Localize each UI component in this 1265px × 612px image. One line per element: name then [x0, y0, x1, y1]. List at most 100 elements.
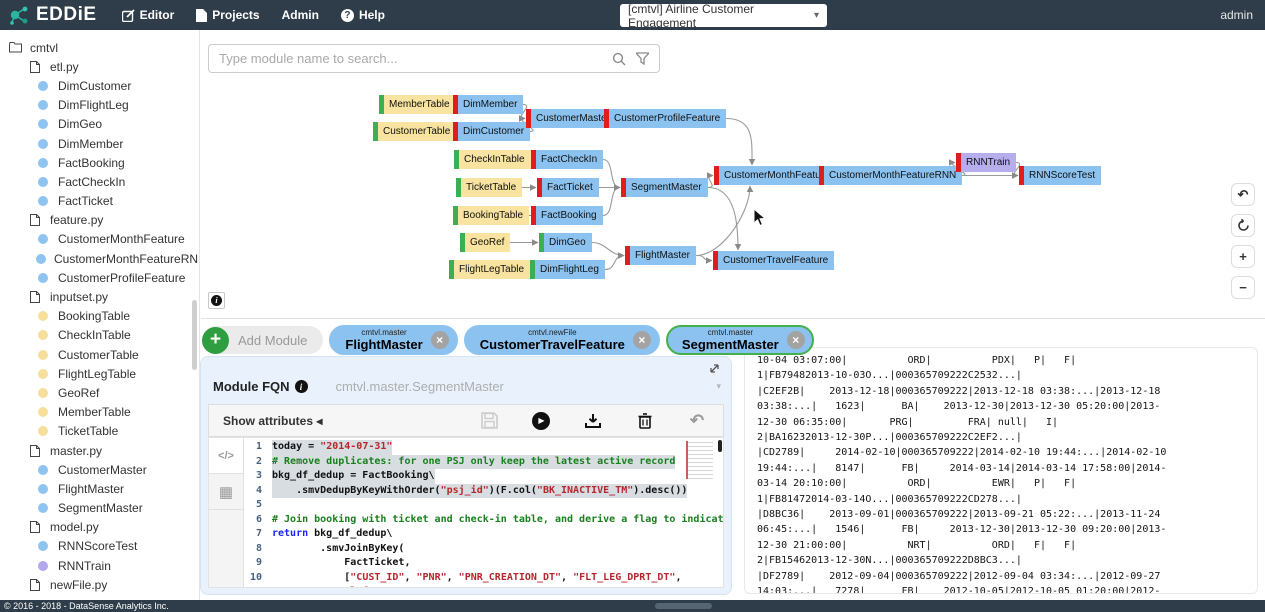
graph-node-CustomerProfileFeature[interactable]: CustomerProfileFeature — [604, 109, 726, 128]
undo-button[interactable]: ↶ — [671, 411, 723, 431]
close-icon[interactable]: × — [633, 331, 651, 349]
sidebar-item-CustomerMonthFeature[interactable]: CustomerMonthFeature — [0, 230, 199, 249]
graph-node-MemberTable[interactable]: MemberTable — [379, 95, 456, 114]
node-status-bar — [819, 166, 824, 185]
graph-node-DimCustomer[interactable]: DimCustomer — [453, 122, 530, 141]
module-status-icon — [36, 350, 50, 360]
module-tab-FlightMaster[interactable]: cmtvl.masterFlightMaster× — [329, 325, 457, 355]
sidebar-item-CustomerMaster[interactable]: CustomerMaster — [0, 460, 199, 479]
sidebar-item-CustomerTable[interactable]: CustomerTable — [0, 345, 199, 364]
graph-node-CustomerTravelFeature[interactable]: CustomerTravelFeature — [713, 251, 834, 270]
nav-editor[interactable]: Editor — [111, 0, 186, 30]
fqn-caret-icon[interactable]: ▾ — [716, 381, 721, 392]
module-tab-SegmentMaster[interactable]: cmtvl.masterSegmentMaster× — [666, 325, 814, 355]
code-area[interactable]: 1today = "2014-07-31"2# Remove duplicate… — [244, 438, 723, 587]
graph-undo-button[interactable]: ↶ — [1231, 183, 1255, 206]
add-module-button[interactable]: + Add Module — [202, 326, 323, 354]
code-view-button[interactable]: </> — [209, 438, 243, 474]
graph-node-FactBooking[interactable]: FactBooking — [531, 206, 603, 225]
search-icon[interactable] — [612, 52, 626, 66]
sidebar-item-FactTicket[interactable]: FactTicket — [0, 192, 199, 211]
project-select[interactable]: [cmtvl] Airline Customer Engagement ▾ — [620, 4, 827, 27]
graph-node-DimGeo[interactable]: DimGeo — [539, 233, 592, 252]
graph-node-CheckInTable[interactable]: CheckInTable — [454, 150, 531, 169]
sidebar-item-RNNScoreTest[interactable]: RNNScoreTest — [0, 537, 199, 556]
search-input[interactable] — [209, 51, 612, 66]
sidebar-item-FactCheckIn[interactable]: FactCheckIn — [0, 172, 199, 191]
graph-node-FactTicket[interactable]: FactTicket — [537, 178, 599, 197]
graph-node-RNNTrain[interactable]: RNNTrain — [956, 153, 1016, 172]
nav-help[interactable]: ? Help — [330, 0, 396, 30]
graph-node-CustomerTable[interactable]: CustomerTable — [373, 122, 456, 141]
sidebar-item-DimFlightLeg[interactable]: DimFlightLeg — [0, 96, 199, 115]
module-tab-CustomerTravelFeature[interactable]: cmtvl.newFileCustomerTravelFeature× — [464, 325, 660, 355]
sidebar-item-cmtvl[interactable]: cmtvl — [0, 38, 199, 57]
sidebar-item-CheckInTable[interactable]: CheckInTable — [0, 326, 199, 345]
graph-node-CustomerMonthFeature[interactable]: CustomerMonthFeature — [714, 166, 836, 185]
sidebar-item-label: CustomerMonthFeatureRNN — [54, 252, 200, 266]
sidebar-item-TicketTable[interactable]: TicketTable — [0, 422, 199, 441]
sidebar-item-CustomerProfileFeature[interactable]: CustomerProfileFeature — [0, 268, 199, 287]
sidebar-item-etl.py[interactable]: etl.py — [0, 57, 199, 76]
sidebar-item-master.py[interactable]: master.py — [0, 441, 199, 460]
sidebar-item-FlightMaster[interactable]: FlightMaster — [0, 479, 199, 498]
sidebar-scrollbar[interactable] — [192, 300, 197, 370]
graph-node-CustomerMaster[interactable]: CustomerMaster — [526, 109, 616, 128]
editor-scrollbar[interactable] — [718, 440, 722, 452]
download-button[interactable] — [567, 413, 619, 429]
delete-button[interactable] — [619, 413, 671, 429]
graph-node-SegmentMaster[interactable]: SegmentMaster — [621, 178, 708, 197]
nav-projects[interactable]: Projects — [185, 0, 270, 30]
graph-node-BookingTable[interactable]: BookingTable — [453, 206, 529, 225]
sidebar-item-model.py[interactable]: model.py — [0, 518, 199, 537]
nav-projects-label: Projects — [212, 8, 259, 22]
close-icon[interactable]: × — [431, 331, 449, 349]
filter-icon[interactable] — [636, 52, 649, 65]
table-view-button[interactable]: ▦ — [209, 474, 243, 510]
sidebar-item-FactBooking[interactable]: FactBooking — [0, 153, 199, 172]
graph-node-FlightMaster[interactable]: FlightMaster — [625, 246, 696, 265]
graph-zoom-out-button[interactable]: − — [1231, 276, 1255, 299]
chevron-down-icon: ▾ — [814, 10, 819, 21]
node-label: DimMember — [463, 99, 517, 110]
expand-icon[interactable] — [708, 362, 721, 380]
save-button[interactable] — [463, 412, 515, 429]
sidebar-item-newFile.py[interactable]: newFile.py — [0, 575, 199, 594]
sidebar-item-SegmentMaster[interactable]: SegmentMaster — [0, 499, 199, 518]
sidebar-item-inputset.py[interactable]: inputset.py — [0, 287, 199, 306]
run-button[interactable]: ▶ — [515, 412, 567, 430]
graph-node-FactCheckIn[interactable]: FactCheckIn — [531, 150, 603, 169]
graph-node-CustomerMonthFeatureRNN[interactable]: CustomerMonthFeatureRNN — [819, 166, 962, 185]
graph-node-GeoRef[interactable]: GeoRef — [460, 233, 510, 252]
graph-node-TicketTable[interactable]: TicketTable — [456, 178, 522, 197]
sidebar-item-feature.py[interactable]: feature.py — [0, 211, 199, 230]
close-icon[interactable]: × — [787, 331, 805, 349]
show-attributes-toggle[interactable]: Show attributes ◂ — [223, 414, 463, 428]
graph-zoom-in-button[interactable]: + — [1231, 245, 1255, 268]
horizontal-scrollbar[interactable] — [655, 603, 712, 609]
sidebar-item-CustomerMonthFeatureRNN[interactable]: CustomerMonthFeatureRNN — [0, 249, 199, 268]
brand[interactable]: EDDiE — [0, 4, 111, 26]
sidebar-item-BookingTable[interactable]: BookingTable — [0, 307, 199, 326]
nav-admin[interactable]: Admin — [271, 0, 330, 30]
graph-refresh-button[interactable] — [1231, 214, 1255, 237]
sidebar-item-DimGeo[interactable]: DimGeo — [0, 115, 199, 134]
graph-node-DimMember[interactable]: DimMember — [453, 95, 523, 114]
sidebar-item-DimCustomer[interactable]: DimCustomer — [0, 76, 199, 95]
sidebar-item-DimMember[interactable]: DimMember — [0, 134, 199, 153]
graph-node-FlightLegTable[interactable]: FlightLegTable — [449, 260, 530, 279]
graph-info-button[interactable]: i — [208, 292, 225, 309]
node-label: CustomerTable — [383, 126, 450, 137]
sidebar-item-MemberTable[interactable]: MemberTable — [0, 403, 199, 422]
graph-node-RNNScoreTest[interactable]: RNNScoreTest — [1019, 166, 1101, 185]
code-line: 11 "leftouter" — [244, 585, 723, 587]
module-tabs-row: + Add Module cmtvl.masterFlightMaster×cm… — [202, 325, 814, 355]
sidebar-item-RNNTrain[interactable]: RNNTrain — [0, 556, 199, 575]
graph-node-DimFlightLeg[interactable]: DimFlightLeg — [530, 260, 605, 279]
sidebar-item-GeoRef[interactable]: GeoRef — [0, 383, 199, 402]
output-panel[interactable]: 10-04 03:07:00| ORD| PDX| P| F|1|FB79482… — [744, 347, 1258, 594]
fqn-info-icon[interactable]: i — [295, 380, 308, 393]
user-name[interactable]: admin — [1220, 0, 1253, 30]
sidebar-item-FlightLegTable[interactable]: FlightLegTable — [0, 364, 199, 383]
module-fqn-value[interactable]: cmtvl.master.SegmentMaster — [336, 379, 717, 394]
